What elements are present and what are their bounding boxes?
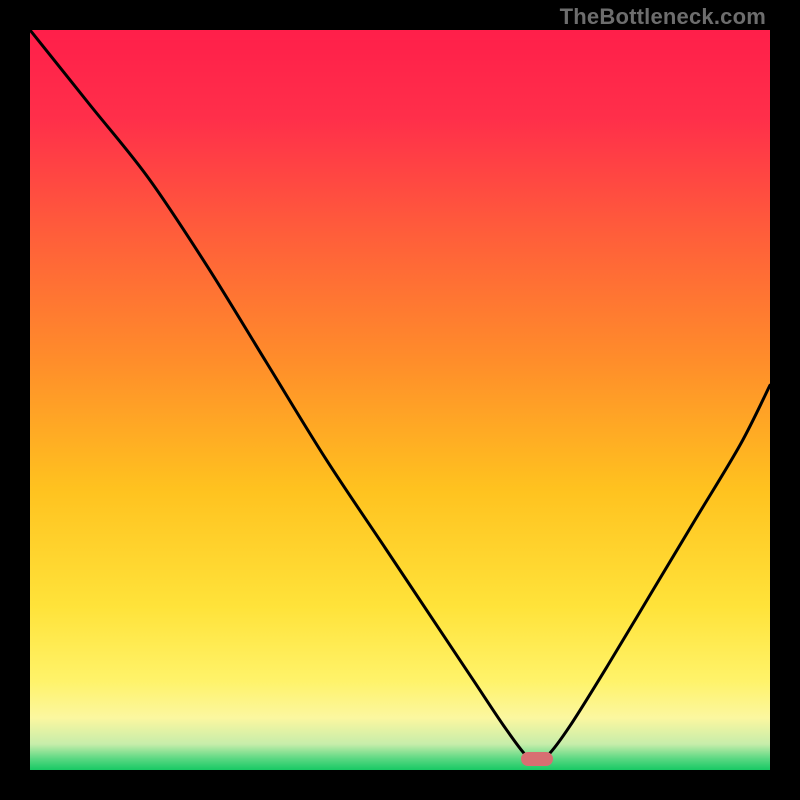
plot-area [30, 30, 770, 770]
background-gradient [30, 30, 770, 770]
chart-frame: TheBottleneck.com [0, 0, 800, 800]
watermark-label: TheBottleneck.com [560, 4, 766, 30]
